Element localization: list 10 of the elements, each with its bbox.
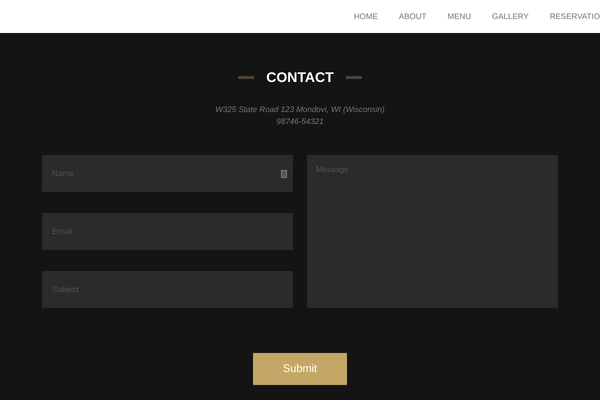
nav-link[interactable]: RESERVATIO: [550, 10, 600, 22]
phone-text: 98746-54321: [276, 116, 324, 128]
nav-link[interactable]: GALLERY: [492, 10, 529, 22]
submit-button[interactable]: Submit: [253, 353, 347, 385]
card-icon: [280, 170, 287, 178]
nav-link[interactable]: ABOUT: [398, 10, 426, 22]
section-title: CONTACT: [266, 68, 334, 87]
nav-link[interactable]: HOME: [354, 10, 378, 22]
nav-link[interactable]: MENU: [447, 10, 471, 22]
address-text: W325 State Road 123 Mondovi, WI (Wisconsin): [215, 104, 385, 116]
